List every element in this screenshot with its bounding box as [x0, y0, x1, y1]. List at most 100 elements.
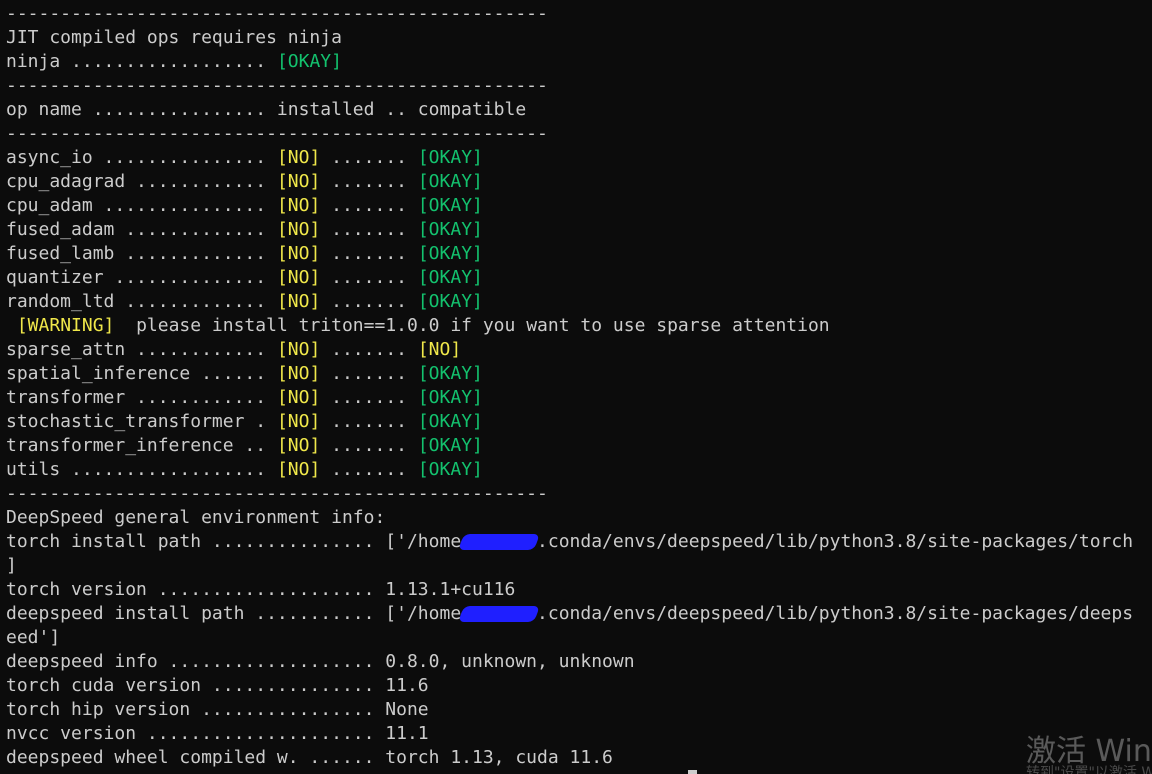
terminal-text-segment: [OKAY] — [417, 459, 483, 480]
terminal-text-segment: DeepSpeed general environment info: — [6, 507, 386, 528]
terminal-text-segment: ....... — [320, 387, 418, 408]
terminal-line: transformer ............ [NO] ....... [O… — [6, 386, 1152, 410]
terminal-text-segment: please install triton==1.0.0 if you want… — [114, 315, 830, 336]
terminal-text-segment: [NO] — [276, 459, 321, 480]
terminal-text-segment: ....... — [320, 291, 418, 312]
terminal-text-segment: deepspeed wheel compiled w. ...... torch… — [6, 747, 613, 768]
terminal-text-segment: [NO] — [276, 435, 321, 456]
terminal-text-segment: [NO] — [417, 339, 462, 360]
redacted-username: xxxxxxx — [458, 534, 540, 550]
terminal-line: nvcc version ..................... 11.1 — [6, 722, 1152, 746]
terminal-line: DeepSpeed general environment info: — [6, 506, 1152, 530]
terminal-text-segment: [NO] — [276, 387, 321, 408]
terminal-text-segment: JIT compiled ops requires ninja — [6, 27, 342, 48]
terminal-text-segment: ....... — [320, 459, 418, 480]
terminal-text-segment: ....... — [320, 219, 418, 240]
terminal-line: JIT compiled ops requires ninja — [6, 26, 1152, 50]
terminal-text-segment: [NO] — [276, 195, 321, 216]
terminal-text-segment: .conda/envs/deepspeed/lib/python3.8/site… — [537, 603, 1134, 624]
terminal-text-segment: async_io ............... — [6, 147, 277, 168]
terminal-text-segment: quantizer .............. — [6, 267, 277, 288]
terminal-text-segment: ....... — [320, 147, 418, 168]
terminal-text-segment: ....... — [320, 243, 418, 264]
terminal-text-segment: ....... — [320, 171, 418, 192]
terminal-line: ----------------------------------------… — [6, 74, 1152, 98]
terminal-line: async_io ............... [NO] ....... [O… — [6, 146, 1152, 170]
terminal-line: torch hip version ................ None — [6, 698, 1152, 722]
terminal-text-segment: deepspeed install path ........... ['/ho… — [6, 603, 462, 624]
terminal-text-segment: op name ................ installed .. co… — [6, 99, 527, 120]
terminal-output[interactable]: ----------------------------------------… — [6, 2, 1152, 770]
terminal-text-segment: ....... — [320, 195, 418, 216]
terminal-line: torch cuda version ............... 11.6 — [6, 674, 1152, 698]
terminal-text-segment: [NO] — [276, 291, 321, 312]
terminal-text-segment: stochastic_transformer . — [6, 411, 277, 432]
terminal-text-segment: [NO] — [276, 147, 321, 168]
redacted-username: xxxxxxx — [458, 606, 540, 622]
terminal-line: transformer_inference .. [NO] ....... [O… — [6, 434, 1152, 458]
terminal-line: fused_adam ............. [NO] ....... [O… — [6, 218, 1152, 242]
terminal-text-segment: [OKAY] — [417, 195, 483, 216]
terminal-text-segment: ----------------------------------------… — [6, 75, 548, 96]
terminal-text-segment: ....... — [320, 339, 418, 360]
terminal-text-segment: utils .................. — [6, 459, 277, 480]
terminal-text-segment: [NO] — [276, 219, 321, 240]
terminal-text-segment: ----------------------------------------… — [6, 483, 548, 504]
terminal-line: ] — [6, 554, 1152, 578]
terminal-text-segment: [OKAY] — [417, 387, 483, 408]
terminal-text-segment: [NO] — [276, 171, 321, 192]
terminal-line: op name ................ installed .. co… — [6, 98, 1152, 122]
terminal-line: torch version .................... 1.13.… — [6, 578, 1152, 602]
terminal-text-segment: [OKAY] — [417, 411, 483, 432]
terminal-text-segment: fused_adam ............. — [6, 219, 277, 240]
text-cursor — [688, 770, 697, 774]
terminal-text-segment: sparse_attn ............ — [6, 339, 277, 360]
terminal-line: spatial_inference ...... [NO] ....... [O… — [6, 362, 1152, 386]
terminal-text-segment: transformer_inference .. — [6, 435, 277, 456]
terminal-line: fused_lamb ............. [NO] ....... [O… — [6, 242, 1152, 266]
terminal-text-segment: [OKAY] — [417, 147, 483, 168]
terminal-text-segment: [NO] — [276, 339, 321, 360]
terminal-text-segment: random_ltd ............. — [6, 291, 277, 312]
terminal-text-segment: [WARNING] — [16, 315, 115, 336]
terminal-line: [WARNING] please install triton==1.0.0 i… — [6, 314, 1152, 338]
terminal-line: deepspeed info ................... 0.8.0… — [6, 650, 1152, 674]
terminal-line: stochastic_transformer . [NO] ....... [O… — [6, 410, 1152, 434]
terminal-text-segment: [NO] — [276, 243, 321, 264]
terminal-text-segment: [OKAY] — [417, 171, 483, 192]
terminal-text-segment: [NO] — [276, 267, 321, 288]
terminal-text-segment: [OKAY] — [417, 435, 483, 456]
terminal-text-segment: eed'] — [6, 627, 61, 648]
terminal-line: deepspeed wheel compiled w. ...... torch… — [6, 746, 1152, 770]
terminal-text-segment: [OKAY] — [417, 243, 483, 264]
terminal-line: ----------------------------------------… — [6, 122, 1152, 146]
terminal-text-segment: cpu_adam ............... — [6, 195, 277, 216]
terminal-text-segment: [NO] — [276, 411, 321, 432]
terminal-text-segment: [OKAY] — [417, 267, 483, 288]
terminal-text-segment: ----------------------------------------… — [6, 123, 548, 144]
terminal-text-segment: torch hip version ................ None — [6, 699, 429, 720]
terminal-text-segment: ....... — [320, 411, 418, 432]
terminal-line: deepspeed install path ........... ['/ho… — [6, 602, 1152, 626]
terminal-text-segment: torch install path ............... ['/ho… — [6, 531, 462, 552]
terminal-line: cpu_adagrad ............ [NO] ....... [O… — [6, 170, 1152, 194]
terminal-text-segment: ....... — [320, 363, 418, 384]
terminal-line: cpu_adam ............... [NO] ....... [O… — [6, 194, 1152, 218]
terminal-line: random_ltd ............. [NO] ....... [O… — [6, 290, 1152, 314]
terminal-text-segment: spatial_inference ...... — [6, 363, 277, 384]
terminal-line: ninja .................. [OKAY] — [6, 50, 1152, 74]
terminal-text-segment: ....... — [320, 435, 418, 456]
terminal-text-segment: ] — [6, 555, 17, 576]
terminal-text-segment: ninja .................. — [6, 51, 277, 72]
terminal-line: sparse_attn ............ [NO] ....... [N… — [6, 338, 1152, 362]
terminal-line: eed'] — [6, 626, 1152, 650]
terminal-text-segment: fused_lamb ............. — [6, 243, 277, 264]
terminal-text-segment: [OKAY] — [276, 51, 342, 72]
terminal-text-segment: ----------------------------------------… — [6, 3, 548, 24]
terminal-text-segment: [OKAY] — [417, 363, 483, 384]
terminal-line: quantizer .............. [NO] ....... [O… — [6, 266, 1152, 290]
terminal-text-segment: .conda/envs/deepspeed/lib/python3.8/site… — [537, 531, 1134, 552]
terminal-line: torch install path ............... ['/ho… — [6, 530, 1152, 554]
terminal-text-segment: [OKAY] — [417, 219, 483, 240]
